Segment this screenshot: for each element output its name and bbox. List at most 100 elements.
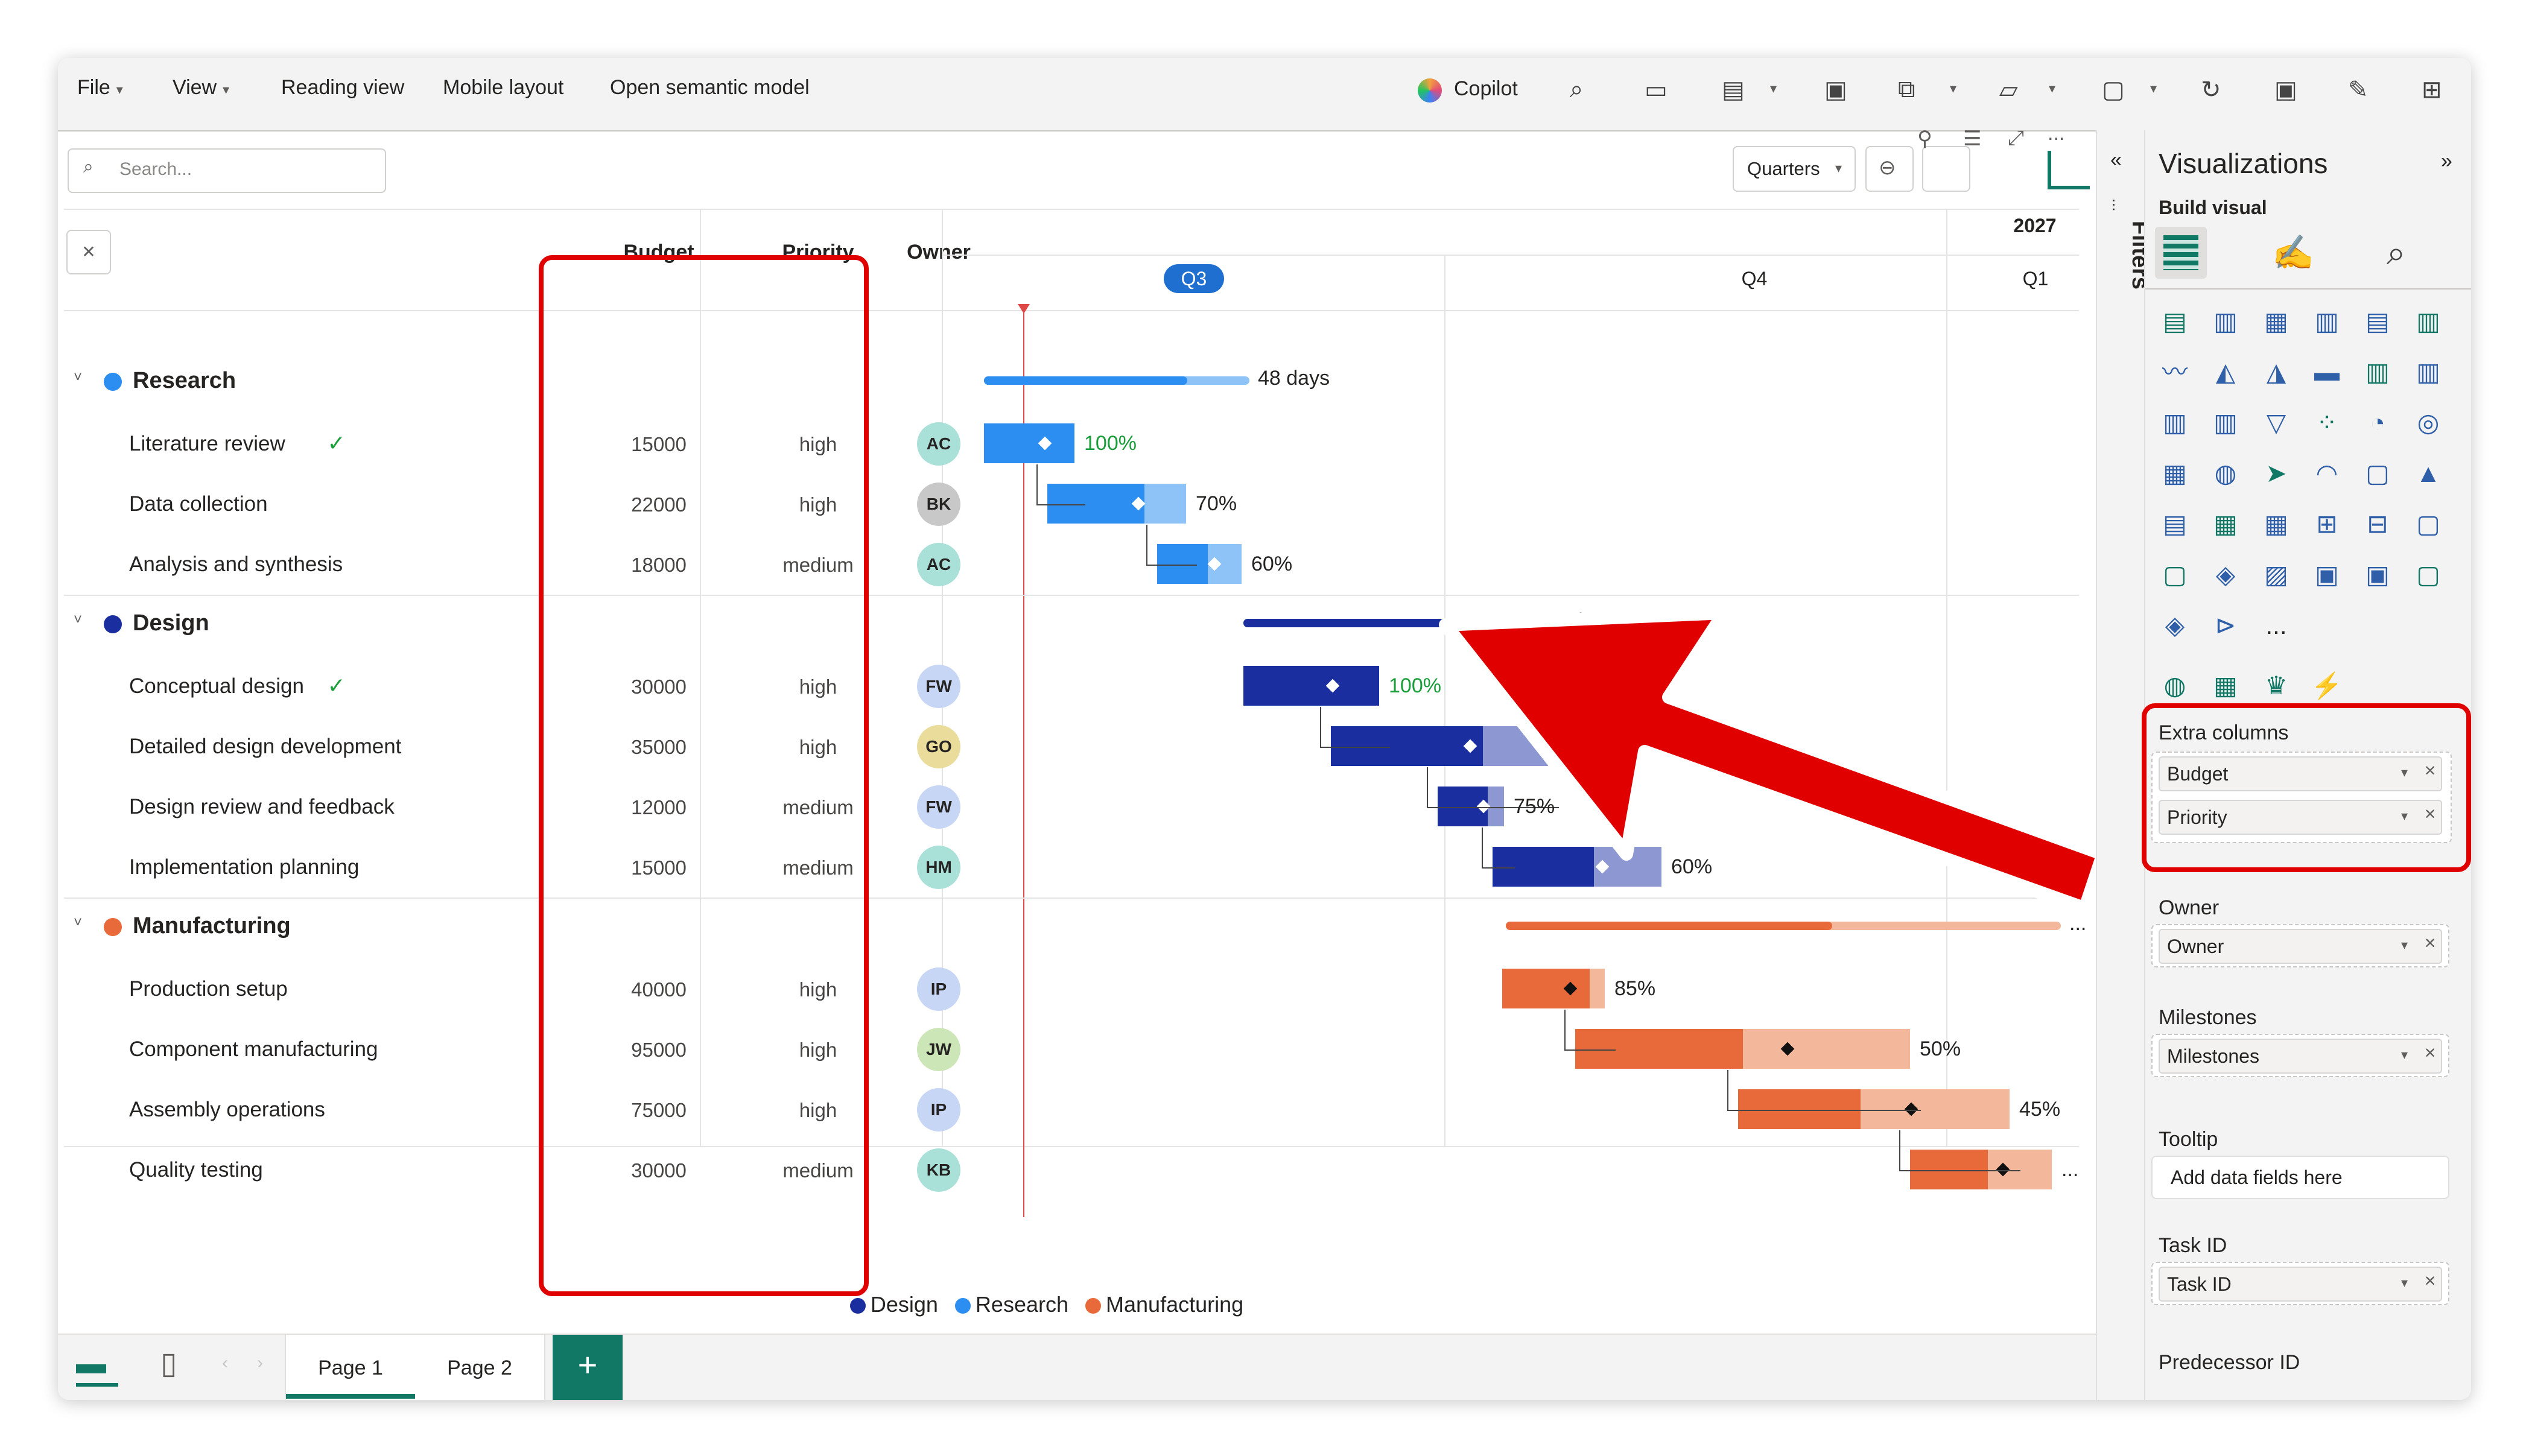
filters-pane[interactable]: « ⫶ Filters (2096, 130, 2153, 1400)
chevron-down-icon[interactable]: ▾ (2150, 81, 2157, 97)
treemap-visual-icon[interactable]: ▦ (2159, 457, 2191, 490)
chevron-down-icon[interactable]: ▾ (2401, 1275, 2408, 1291)
card-visual-icon[interactable]: ▢ (2361, 457, 2394, 490)
share-icon[interactable]: ⧉ (1898, 76, 1915, 103)
donut-visual-icon[interactable]: ◎ (2412, 407, 2445, 439)
ribbon-chart-visual-icon[interactable]: ▥ (2159, 407, 2191, 439)
smart-narrative-visual-icon[interactable]: ▢ (2412, 508, 2445, 540)
owner-field[interactable]: Owner ▾ ✕ (2159, 929, 2442, 964)
owner-avatar[interactable]: IP (917, 967, 960, 1011)
legend-item-manufacturing[interactable]: Manufacturing (1085, 1292, 1243, 1317)
chevron-down-icon[interactable]: ▾ (2401, 937, 2408, 953)
power-automate-visual-icon[interactable]: ▨ (2260, 559, 2293, 591)
narrative-visual-icon[interactable]: ⊳ (2209, 609, 2242, 642)
line-visual-icon[interactable]: 〰 (2159, 356, 2191, 388)
chevron-right-icon[interactable]: › (257, 1353, 263, 1373)
mobile-layout-icon[interactable]: ▯ (160, 1346, 177, 1381)
stacked-column-visual-icon[interactable]: ▥ (2209, 305, 2242, 338)
task-bar[interactable] (1575, 1029, 1910, 1069)
stacked-bar-visual-icon[interactable]: ▤ (2159, 305, 2191, 338)
chevron-left-icon[interactable]: ‹ (222, 1353, 228, 1373)
owner-avatar[interactable]: GO (917, 725, 960, 768)
power-apps-visual-icon[interactable]: ◈ (2209, 559, 2242, 591)
task-bar[interactable] (1502, 969, 1605, 1008)
view-menu[interactable]: View ▾ (173, 76, 229, 100)
task-name[interactable]: Design review and feedback (129, 795, 395, 819)
tab-page-1[interactable]: Page 1 (285, 1335, 416, 1400)
remove-field-icon[interactable]: ✕ (2424, 1045, 2436, 1062)
apps-icon[interactable]: ⊞ (2422, 76, 2442, 104)
refresh-icon[interactable]: ↻ (2201, 76, 2221, 104)
window-icon[interactable]: ▢ (2102, 76, 2125, 104)
tab-page-2[interactable]: Page 2 (415, 1335, 545, 1400)
owner-avatar[interactable]: HM (917, 846, 960, 889)
task-name[interactable]: Component manufacturing (129, 1037, 378, 1062)
task-name[interactable]: Quality testing (129, 1158, 263, 1182)
matrix-visual-icon[interactable]: ▦ (2260, 508, 2293, 540)
task-name[interactable]: Analysis and synthesis (129, 552, 343, 577)
analytics-icon[interactable]: ⌕ (2387, 233, 2405, 273)
tooltip-well[interactable]: Add data fields here (2151, 1156, 2449, 1199)
remove-field-icon[interactable]: ✕ (2424, 935, 2436, 952)
chevron-down-icon[interactable]: ▾ (2049, 81, 2055, 97)
owner-well[interactable]: Owner ▾ ✕ (2151, 924, 2449, 967)
clustered-bar-visual-icon[interactable]: ▦ (2260, 305, 2293, 338)
notes-icon[interactable]: ▣ (1824, 76, 1847, 104)
100-column-visual-icon[interactable]: ▥ (2412, 305, 2445, 338)
task-id-well[interactable]: Task ID ▾ ✕ (2151, 1262, 2449, 1305)
task-id-field[interactable]: Task ID ▾ ✕ (2159, 1267, 2442, 1302)
key-influencers-visual-icon[interactable]: ⊟ (2361, 508, 2394, 540)
trophy-visual-icon[interactable]: ♛ (2260, 669, 2293, 702)
line-clustered-visual-icon[interactable]: ▥ (2412, 356, 2445, 388)
waterfall-visual-icon[interactable]: ▥ (2209, 407, 2242, 439)
save-icon[interactable]: ▣ (2274, 76, 2297, 104)
group-name[interactable]: Design (133, 610, 209, 636)
qa-visual-icon[interactable]: ▢ (2412, 559, 2445, 591)
chevron-down-icon[interactable]: ▾ (2401, 1047, 2408, 1063)
more-visual-icon[interactable]: ... (2260, 609, 2293, 642)
image-visual-icon[interactable]: ▣ (2311, 559, 2343, 591)
chevron-down-icon[interactable]: ▾ (1770, 81, 1777, 97)
open-semantic-model-button[interactable]: Open semantic model (610, 76, 810, 100)
funnel-visual-icon[interactable]: ▽ (2260, 407, 2293, 439)
owner-avatar[interactable]: FW (917, 785, 960, 829)
owner-avatar[interactable]: AC (917, 422, 960, 466)
reading-view-button[interactable]: Reading view (281, 76, 404, 100)
legend-item-research[interactable]: Research (954, 1292, 1068, 1317)
kpi-visual-icon[interactable]: ▲ (2412, 457, 2445, 490)
html-visual-icon[interactable]: ▣ (2361, 559, 2394, 591)
group-name[interactable]: Research (133, 368, 236, 394)
legend-item-design[interactable]: Design (849, 1292, 938, 1317)
map-visual-icon[interactable]: ◍ (2209, 457, 2242, 490)
goals-visual-icon[interactable]: ◈ (2159, 609, 2191, 642)
mobile-layout-button[interactable]: Mobile layout (443, 76, 563, 100)
milestones-field[interactable]: Milestones ▾ ✕ (2159, 1039, 2442, 1074)
100-bar-visual-icon[interactable]: ▤ (2361, 305, 2394, 338)
group-name[interactable]: Manufacturing (133, 913, 291, 939)
slicer-visual-icon[interactable]: ▤ (2159, 508, 2191, 540)
task-name[interactable]: Literature review (129, 432, 285, 456)
task-name[interactable]: Production setup (129, 977, 288, 1001)
owner-avatar[interactable]: IP (917, 1088, 960, 1132)
filters-title[interactable]: Filters (2092, 221, 2153, 290)
format-visual-icon[interactable]: ✍ (2272, 233, 2314, 273)
comment-icon[interactable]: ▭ (1645, 76, 1667, 104)
flash-chart-visual-icon[interactable]: ⚡ (2311, 669, 2343, 702)
task-name[interactable]: Implementation planning (129, 855, 359, 879)
owner-avatar[interactable]: BK (917, 483, 960, 526)
task-name[interactable]: Data collection (129, 492, 268, 516)
collapse-icon[interactable]: « (2110, 148, 2122, 172)
paginated-visual-icon[interactable]: ▢ (2159, 559, 2191, 591)
owner-avatar[interactable]: FW (917, 665, 960, 708)
stacked-area-visual-icon[interactable]: ◮ (2260, 356, 2293, 388)
ribbon-visual-icon[interactable]: ▬ (2311, 356, 2343, 388)
task-name[interactable]: Detailed design development (129, 735, 401, 759)
chevron-down-icon[interactable]: ▾ (1950, 81, 1956, 97)
line-column-visual-icon[interactable]: ▥ (2361, 356, 2394, 388)
chat-icon[interactable]: ▤ (1722, 76, 1745, 104)
decomposition-visual-icon[interactable]: ⊞ (2311, 508, 2343, 540)
expand-icon[interactable]: » (2441, 150, 2452, 173)
file-menu[interactable]: File ▾ (77, 76, 123, 100)
globe-visual-icon[interactable]: ◍ (2159, 669, 2191, 702)
binoculars-icon[interactable]: ⌕ (1570, 76, 1583, 103)
